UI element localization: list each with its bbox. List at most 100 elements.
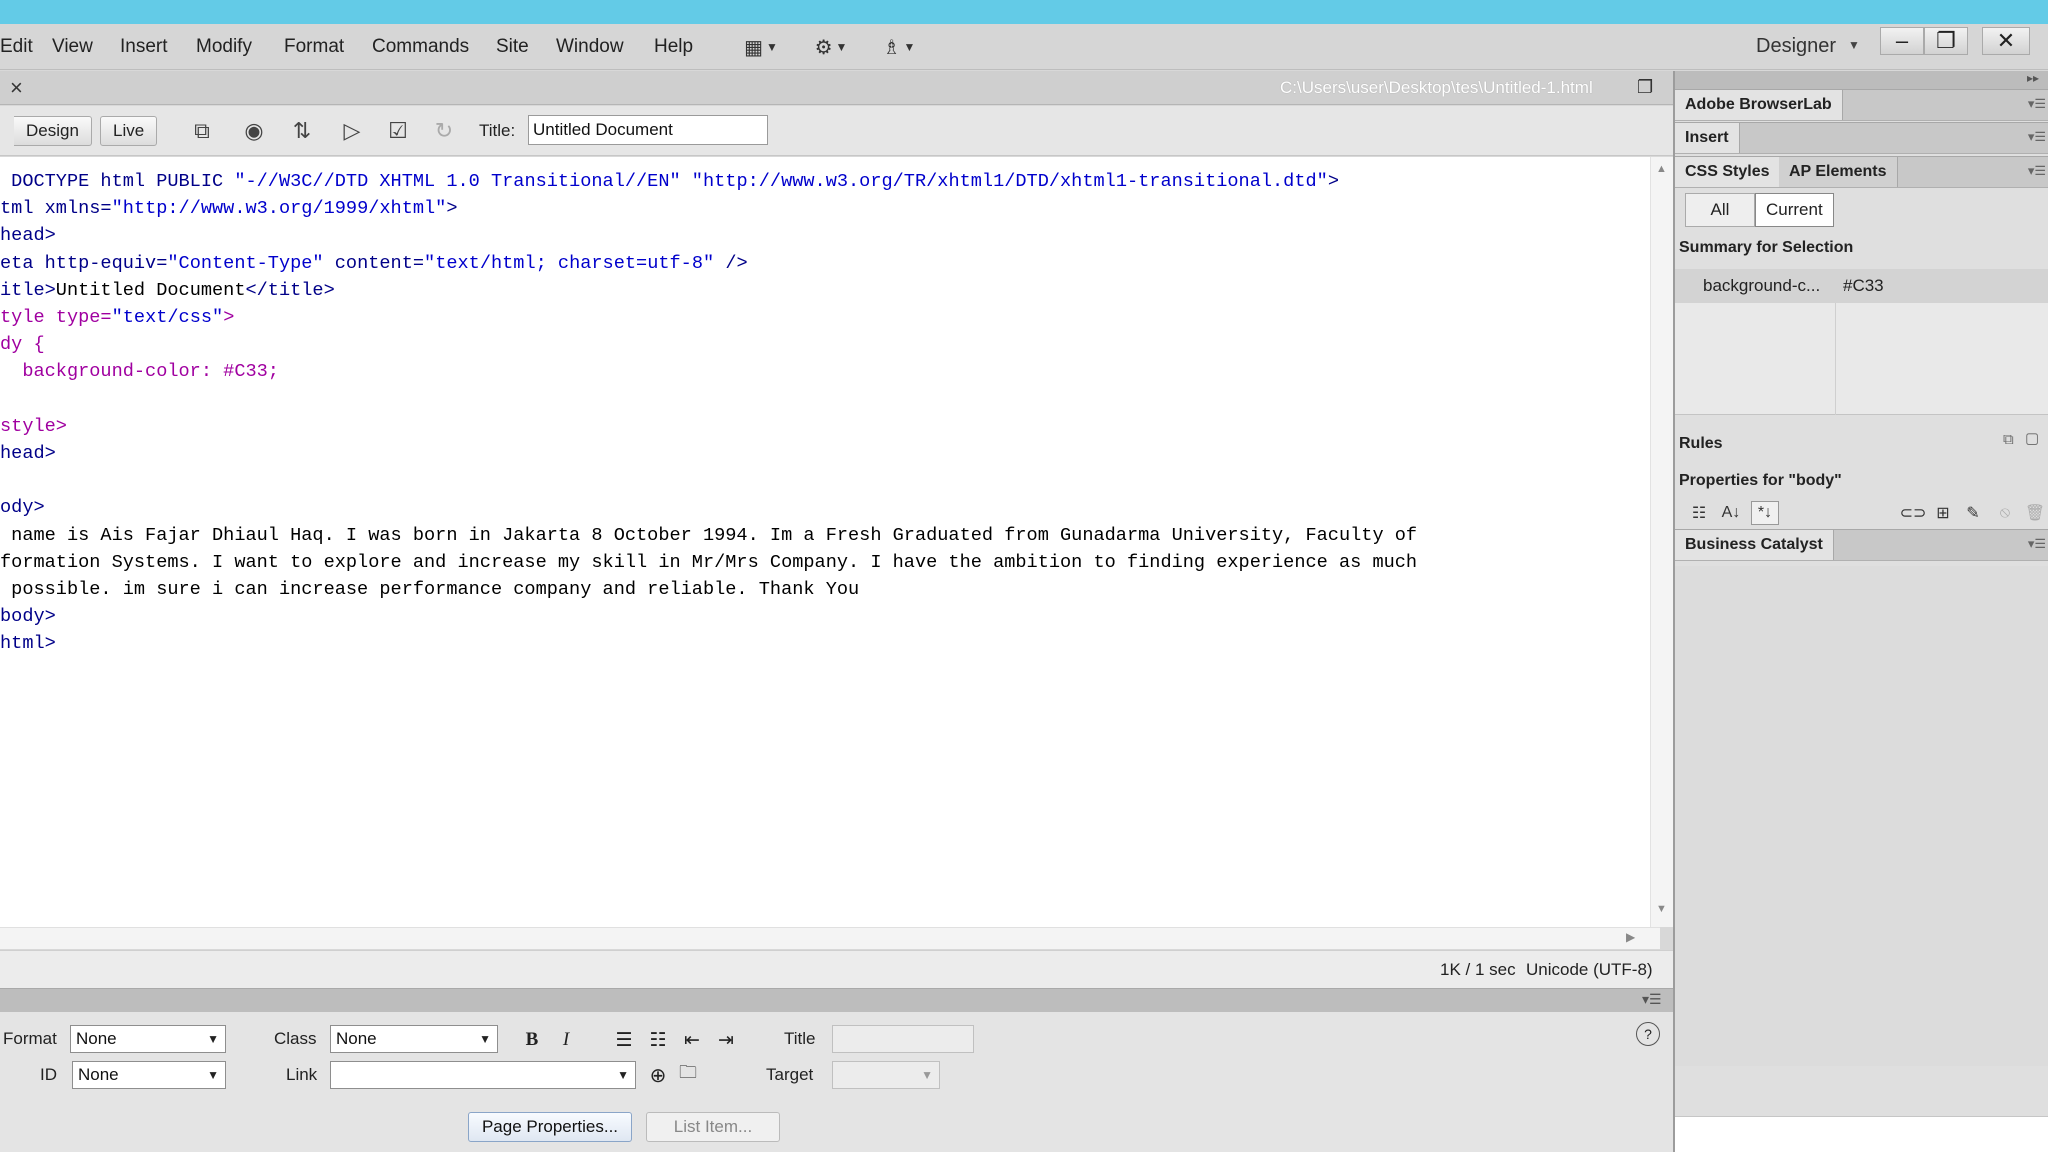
workspace-switcher[interactable]: Designer bbox=[1756, 35, 1836, 58]
outdent-icon[interactable]: ⇤ bbox=[678, 1026, 706, 1054]
code-token: name is Ais Fajar Dhiaul Haq. I was born… bbox=[0, 524, 1418, 546]
code-line[interactable]: itle>Untitled Document</title> bbox=[0, 277, 335, 304]
code-line[interactable]: ody> bbox=[0, 494, 45, 521]
menu-insert[interactable]: Insert bbox=[120, 36, 168, 58]
scroll-down-icon[interactable]: ▼ bbox=[1656, 903, 1667, 915]
business-catalyst-panel-header[interactable]: Business Catalyst ▾☰ bbox=[1675, 529, 2048, 561]
layout-icon[interactable]: ▦ ▼ bbox=[738, 34, 784, 60]
code-token: content= bbox=[323, 252, 425, 274]
menu-edit[interactable]: Edit bbox=[0, 36, 33, 58]
folder-icon[interactable]: 🗀 bbox=[674, 1061, 702, 1089]
panel-menu-icon[interactable]: ▾☰ bbox=[2028, 129, 2046, 145]
chevron-down-icon[interactable]: ▼ bbox=[1848, 38, 1860, 52]
point-to-file-icon[interactable]: ⊕ bbox=[644, 1061, 672, 1089]
browserlab-panel-header[interactable]: Adobe BrowserLab ▾☰ bbox=[1675, 89, 2048, 121]
close-document-icon[interactable]: × bbox=[10, 75, 23, 101]
code-line[interactable]: tml xmlns="http://www.w3.org/1999/xhtml"… bbox=[0, 195, 458, 222]
gear-icon[interactable]: ⚙ ▼ bbox=[808, 34, 854, 60]
code-line[interactable]: body> bbox=[0, 603, 56, 630]
restore-document-icon[interactable]: ❐ bbox=[1637, 77, 1653, 98]
document-title-field[interactable] bbox=[528, 115, 768, 145]
set-properties-icon[interactable]: *↓ bbox=[1751, 501, 1779, 525]
alpha-view-icon[interactable]: A↓ bbox=[1717, 501, 1745, 525]
menu-commands[interactable]: Commands bbox=[372, 36, 469, 58]
unordered-list-icon[interactable]: ☰ bbox=[610, 1026, 638, 1054]
site-icon[interactable]: ♗ ▼ bbox=[876, 34, 922, 60]
visual-aids-icon[interactable]: ▷ bbox=[332, 116, 372, 146]
menu-window[interactable]: Window bbox=[556, 36, 624, 58]
disable-property-icon[interactable]: ⦸ bbox=[1991, 501, 2019, 525]
vertical-scrollbar[interactable]: ▲ ▼ bbox=[1650, 157, 1673, 927]
scroll-right-icon[interactable]: ▶ bbox=[1626, 930, 1635, 944]
new-rule-icon[interactable]: ⊞ bbox=[1929, 501, 1957, 525]
scroll-up-icon[interactable]: ▲ bbox=[1656, 163, 1667, 175]
code-line[interactable]: html> bbox=[0, 630, 56, 657]
code-line[interactable]: formation Systems. I want to explore and… bbox=[0, 549, 1417, 576]
code-line[interactable]: name is Ais Fajar Dhiaul Haq. I was born… bbox=[0, 522, 1417, 549]
panel-menu-icon[interactable]: ▾☰ bbox=[2028, 536, 2046, 552]
code-editor[interactable]: DOCTYPE html PUBLIC "-//W3C//DTD XHTML 1… bbox=[0, 157, 1660, 927]
target-select[interactable]: ▼ bbox=[832, 1061, 940, 1089]
insert-panel-header[interactable]: Insert ▾☰ bbox=[1675, 122, 2048, 154]
summary-row[interactable]: background-c... #C33 bbox=[1675, 269, 2048, 303]
code-line[interactable]: head> bbox=[0, 440, 56, 467]
code-token: head> bbox=[0, 443, 56, 464]
business-catalyst-tab[interactable]: Business Catalyst bbox=[1675, 530, 1834, 560]
show-info-icon[interactable]: ▢ bbox=[2025, 429, 2039, 447]
help-icon[interactable]: ? bbox=[1636, 1022, 1660, 1046]
file-management-icon[interactable]: ⇅ bbox=[282, 116, 322, 146]
current-button[interactable]: Current bbox=[1755, 193, 1834, 227]
class-select[interactable]: None ▼ bbox=[330, 1025, 498, 1053]
bold-button[interactable]: B bbox=[518, 1026, 546, 1054]
edit-rule-icon[interactable]: ✎ bbox=[1959, 501, 1987, 525]
multiscreen-icon[interactable]: ⧉ bbox=[182, 116, 222, 146]
indent-icon[interactable]: ⇥ bbox=[712, 1026, 740, 1054]
format-select[interactable]: None ▼ bbox=[70, 1025, 226, 1053]
live-view-button[interactable]: Live bbox=[100, 116, 158, 146]
delete-icon[interactable]: 🗑 bbox=[2021, 501, 2048, 525]
minimize-button[interactable]: – bbox=[1880, 27, 1924, 55]
list-item-button[interactable]: List Item... bbox=[646, 1112, 780, 1142]
all-button[interactable]: All bbox=[1685, 193, 1755, 227]
menu-modify[interactable]: Modify bbox=[196, 36, 252, 58]
restore-button[interactable]: ❐ bbox=[1924, 27, 1968, 55]
panel-menu-icon[interactable]: ▾☰ bbox=[2028, 163, 2046, 179]
panel-menu-icon[interactable]: ▾☰ bbox=[2028, 96, 2046, 112]
code-line[interactable]: dy { bbox=[0, 331, 45, 358]
page-properties-button[interactable]: Page Properties... bbox=[468, 1112, 632, 1142]
code-line[interactable]: possible. im sure i can increase perform… bbox=[0, 576, 859, 603]
properties-for-title: Properties for "body" bbox=[1679, 472, 1842, 489]
title-prop-field[interactable] bbox=[832, 1025, 974, 1053]
attach-stylesheet-icon[interactable]: ⊂⊃ bbox=[1899, 501, 1927, 525]
ap-elements-tab[interactable]: AP Elements bbox=[1779, 157, 1898, 187]
link-field[interactable]: ▼ bbox=[330, 1061, 636, 1089]
id-select[interactable]: None ▼ bbox=[72, 1061, 226, 1089]
menu-view[interactable]: View bbox=[52, 36, 93, 58]
target-label: Target bbox=[766, 1065, 814, 1084]
insert-tab[interactable]: Insert bbox=[1675, 123, 1740, 153]
browserlab-tab[interactable]: Adobe BrowserLab bbox=[1675, 90, 1843, 120]
validate-markup-icon[interactable]: ☑ bbox=[378, 116, 418, 146]
preview-browser-icon[interactable]: ◉ bbox=[234, 116, 274, 146]
code-line[interactable]: style> bbox=[0, 413, 67, 440]
italic-button[interactable]: I bbox=[552, 1026, 580, 1054]
collapse-icon[interactable]: ▸▸ bbox=[2027, 71, 2039, 85]
css-styles-tab[interactable]: CSS Styles bbox=[1675, 157, 1781, 187]
code-line[interactable]: background-color: #C33; bbox=[0, 358, 279, 385]
refresh-icon[interactable]: ↻ bbox=[424, 116, 464, 146]
code-token: DOCTYPE html PUBLIC bbox=[0, 171, 235, 192]
menu-format[interactable]: Format bbox=[284, 36, 344, 58]
ordered-list-icon[interactable]: ☷ bbox=[644, 1026, 672, 1054]
panel-menu-icon[interactable]: ▾☰ bbox=[1642, 991, 1662, 1008]
code-line[interactable]: head> bbox=[0, 222, 56, 249]
code-line[interactable]: DOCTYPE html PUBLIC "-//W3C//DTD XHTML 1… bbox=[0, 168, 1339, 195]
menu-help[interactable]: Help bbox=[654, 36, 693, 58]
horizontal-scrollbar[interactable]: ▶ bbox=[0, 927, 1660, 949]
show-cascade-icon[interactable]: ⧉ bbox=[2003, 431, 2014, 448]
menu-site[interactable]: Site bbox=[496, 36, 529, 58]
code-line[interactable]: eta http-equiv="Content-Type" content="t… bbox=[0, 250, 748, 277]
category-view-icon[interactable]: ☷ bbox=[1685, 501, 1713, 525]
design-view-button[interactable]: Design bbox=[14, 116, 92, 146]
code-line[interactable]: tyle type="text/css"> bbox=[0, 304, 234, 331]
close-button[interactable]: ✕ bbox=[1982, 27, 2030, 55]
